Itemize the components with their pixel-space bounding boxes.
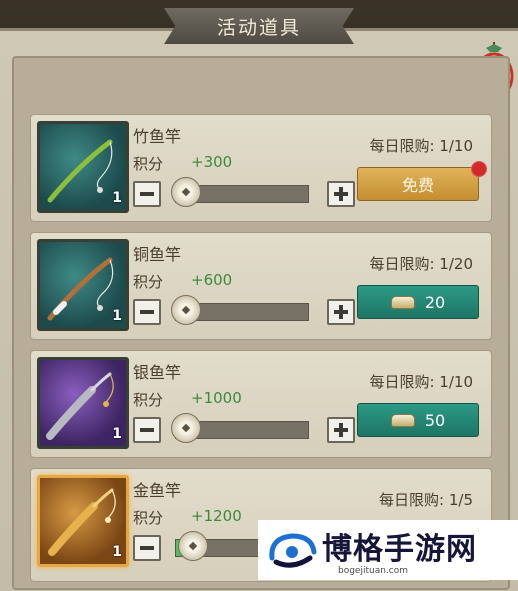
item-name: 金鱼竿 <box>133 481 182 500</box>
item-quantity: 1 <box>112 544 122 560</box>
decrease-button[interactable] <box>133 181 161 207</box>
score-value: +300 <box>191 153 233 171</box>
quantity-slider-knob[interactable] <box>171 295 201 325</box>
watermark-text: 博格手游网 <box>322 532 477 567</box>
score-value: +600 <box>191 271 233 289</box>
increase-button[interactable] <box>327 417 355 443</box>
score-label: 积分 <box>133 155 164 173</box>
increase-button[interactable] <box>327 181 355 207</box>
score-value: +1000 <box>191 389 242 407</box>
daily-limit: 每日限购: 1/5 <box>379 491 473 509</box>
watermark: 博格手游网 bogejituan.com <box>258 520 518 580</box>
score-label: 积分 <box>133 273 164 291</box>
quantity-slider-knob[interactable] <box>171 177 201 207</box>
score-label: 积分 <box>133 391 164 409</box>
list-item: 1 竹鱼竿 积分 +300 每日限购: 1/10 免费 <box>30 114 492 222</box>
window-title: 活动道具 <box>216 16 301 39</box>
daily-limit: 每日限购: 1/10 <box>369 137 473 155</box>
item-icon-frame[interactable]: 1 <box>37 239 129 331</box>
item-name: 铜鱼竿 <box>133 245 182 264</box>
item-quantity: 1 <box>112 190 122 206</box>
ingot-icon <box>390 295 415 309</box>
watermark-url: bogejituan.com <box>338 566 409 576</box>
item-icon-frame[interactable]: 1 <box>37 475 129 567</box>
quantity-slider-knob[interactable] <box>171 413 201 443</box>
decrease-button[interactable] <box>133 535 161 561</box>
list-item: 1 铜鱼竿 积分 +600 每日限购: 1/20 20 <box>30 232 492 340</box>
item-quantity: 1 <box>112 426 122 442</box>
buy-button[interactable]: 50 <box>357 403 479 437</box>
free-button-label: 免费 <box>401 176 434 195</box>
item-name: 竹鱼竿 <box>133 127 182 146</box>
price-label: 50 <box>424 410 446 430</box>
decrease-button[interactable] <box>133 299 161 325</box>
decrease-button[interactable] <box>133 417 161 443</box>
price-label: 20 <box>424 292 446 312</box>
increase-button[interactable] <box>327 299 355 325</box>
quantity-slider-knob[interactable] <box>177 531 208 561</box>
score-value: +1200 <box>191 507 242 525</box>
ingot-icon <box>390 413 415 427</box>
item-quantity: 1 <box>112 308 122 324</box>
list-item: 1 银鱼竿 积分 +1000 每日限购: 1/10 50 <box>30 350 492 458</box>
item-icon-frame[interactable]: 1 <box>37 121 129 213</box>
free-claim-button[interactable]: 免费 <box>357 167 479 201</box>
watermark-logo-icon <box>269 533 317 568</box>
score-label: 积分 <box>133 509 164 527</box>
daily-limit: 每日限购: 1/20 <box>369 255 473 273</box>
item-icon-frame[interactable]: 1 <box>37 357 129 449</box>
notification-dot <box>471 161 487 177</box>
buy-button[interactable]: 20 <box>357 285 479 319</box>
daily-limit: 每日限购: 1/10 <box>369 373 473 391</box>
title-banner: 活动道具 <box>164 8 354 44</box>
item-name: 银鱼竿 <box>133 363 182 382</box>
